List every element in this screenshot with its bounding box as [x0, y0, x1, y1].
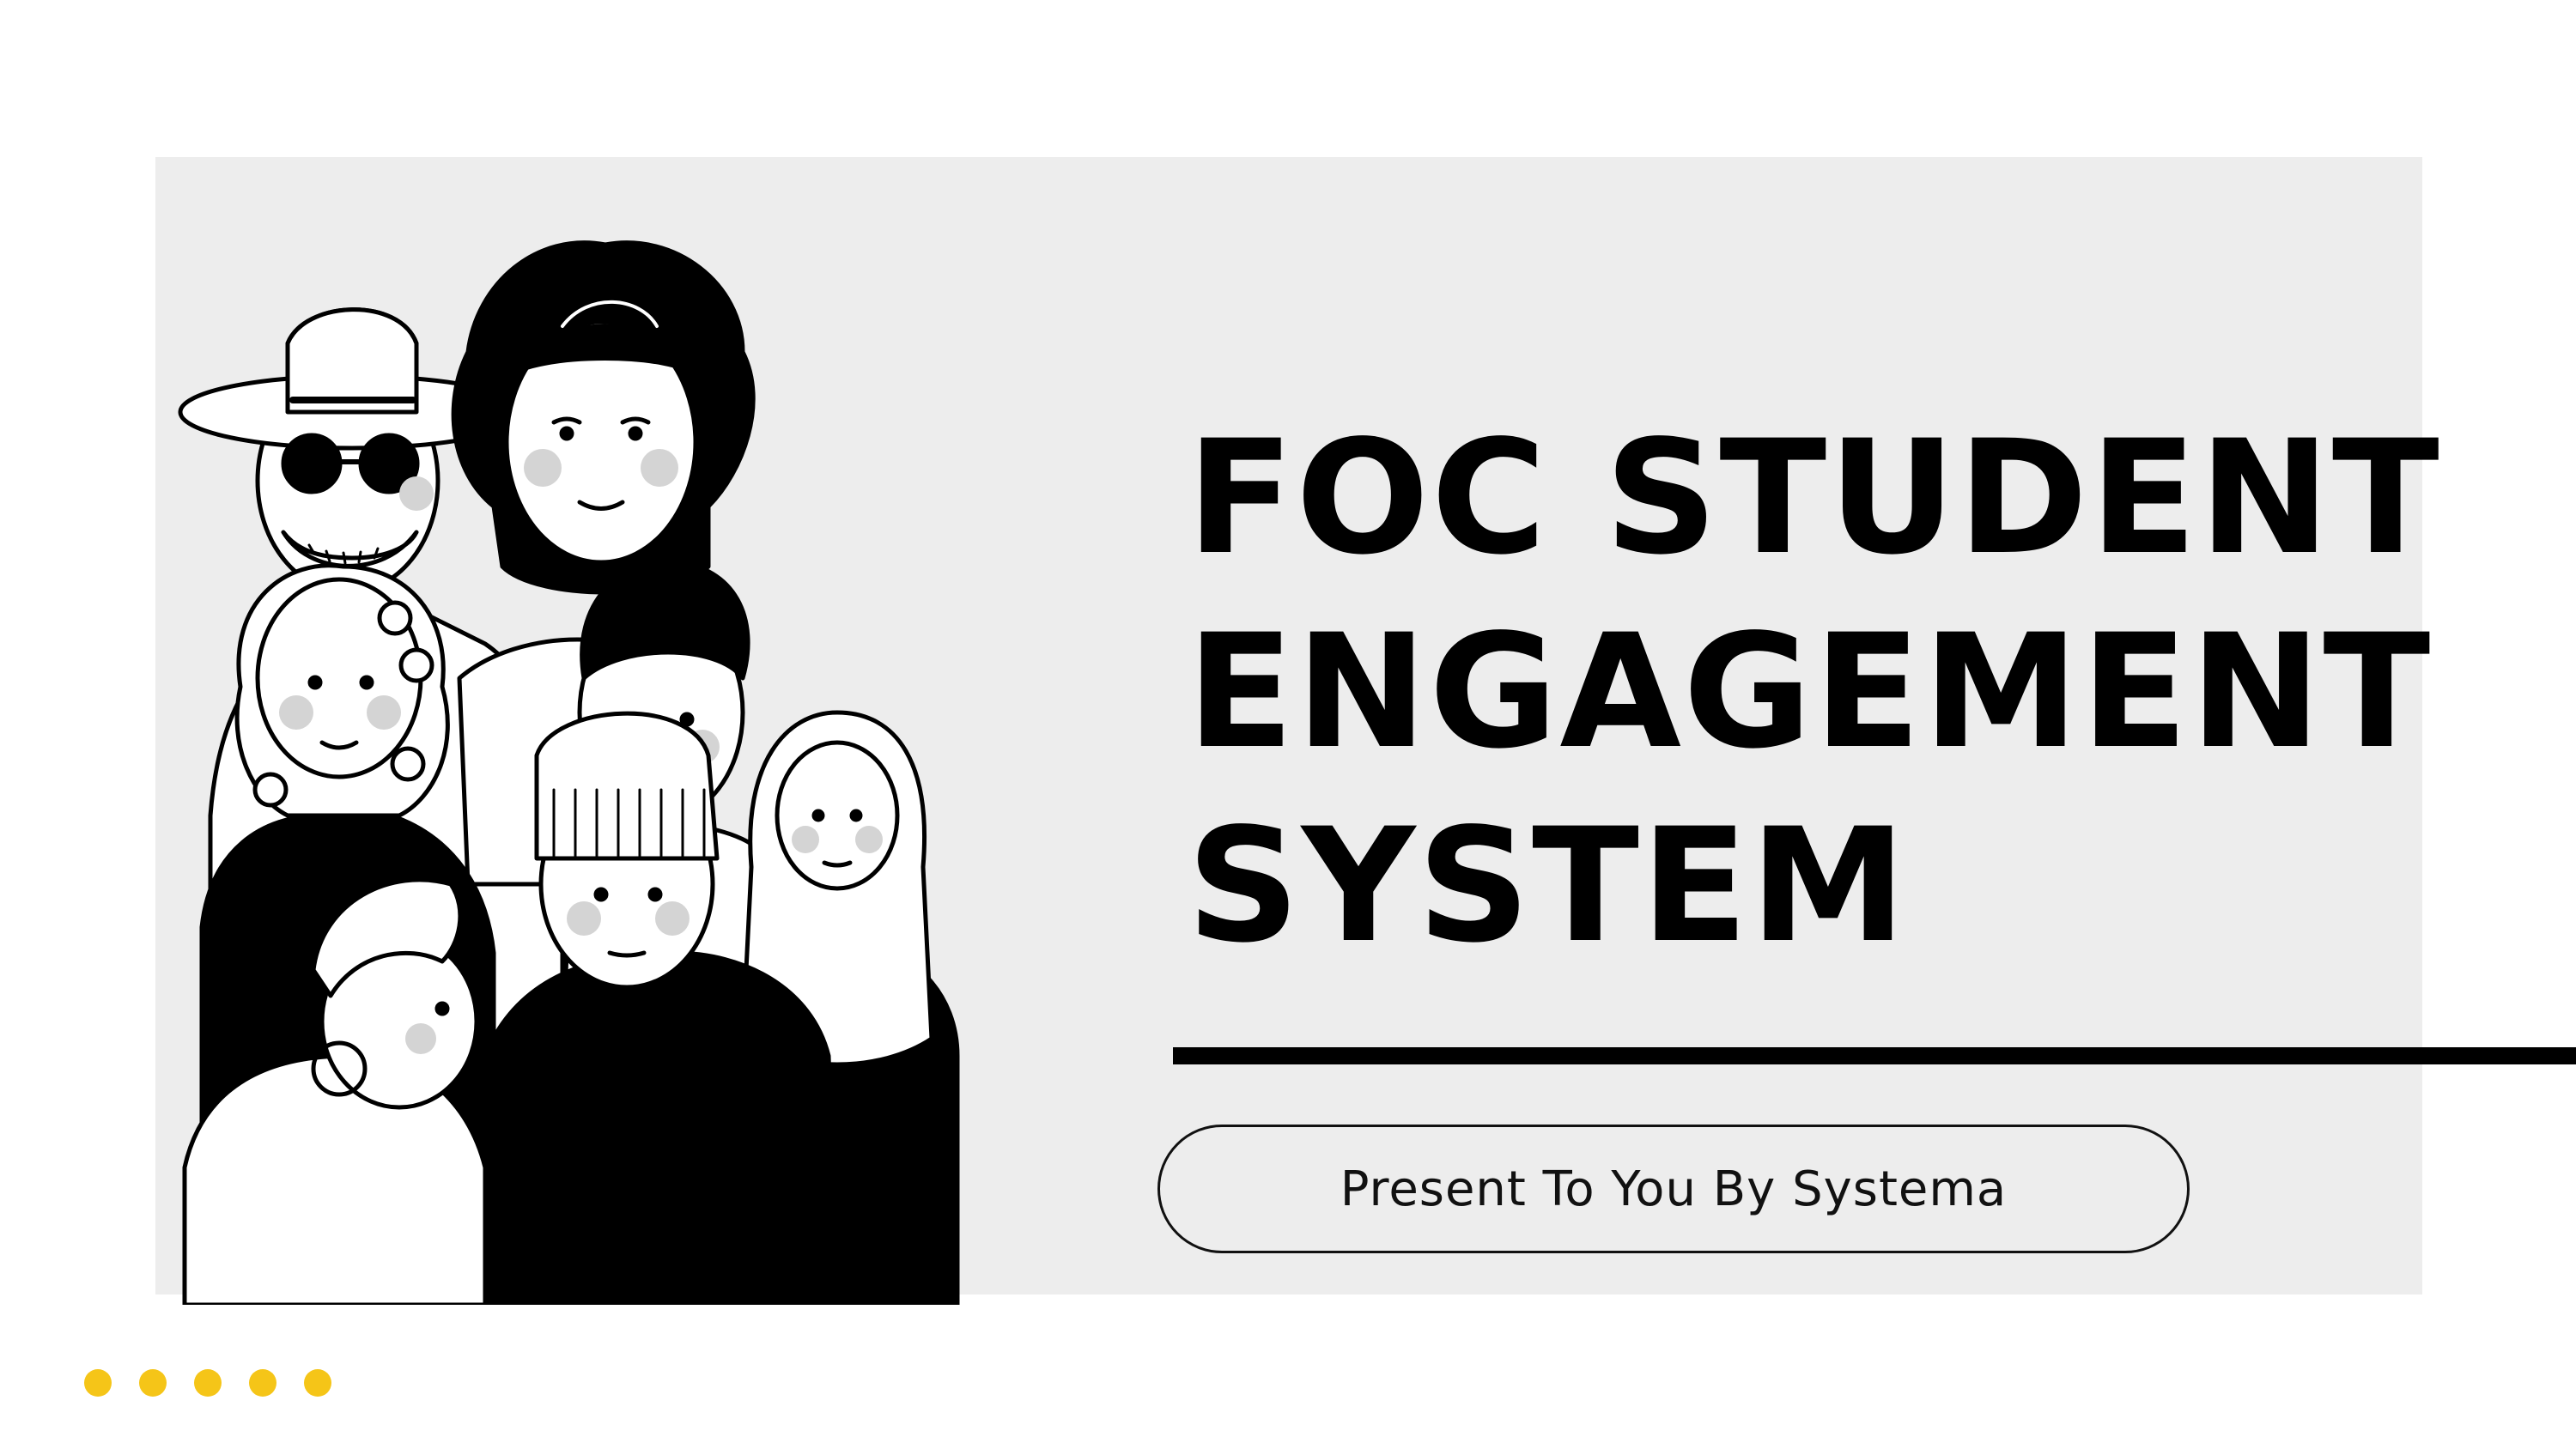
yellow-dot: [249, 1369, 276, 1397]
title-line-3: SYSTEM: [1187, 795, 1909, 978]
divider-line: [1173, 1047, 2576, 1064]
subtitle-text: Present To You By Systema: [1340, 1161, 2008, 1217]
decorative-dots: [84, 1369, 331, 1397]
diverse-people-illustration: [178, 240, 960, 1305]
yellow-dot: [139, 1369, 167, 1397]
yellow-dot: [194, 1369, 222, 1397]
yellow-dot: [84, 1369, 112, 1397]
title-line-2: ENGAGEMENT: [1187, 601, 2433, 784]
subtitle-pill: Present To You By Systema: [1157, 1125, 2190, 1253]
title-line-1: FOC STUDENT: [1187, 407, 2441, 590]
yellow-dot: [304, 1369, 331, 1397]
slide-title: FOC STUDENT ENGAGEMENT SYSTEM: [1187, 402, 2441, 984]
